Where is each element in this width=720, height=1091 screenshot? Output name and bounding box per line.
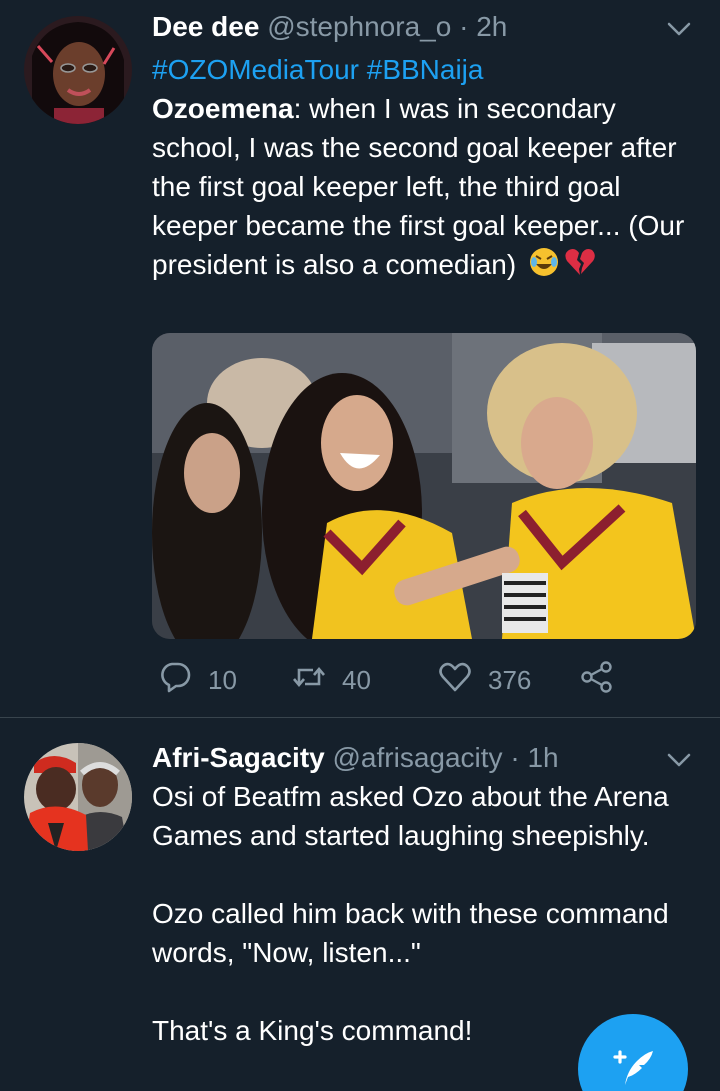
retweet-icon: [292, 660, 326, 701]
tweet-paragraph: Osi of Beatfm asked Ozo about the Arena …: [152, 781, 669, 851]
tweet-text: Osi of Beatfm asked Ozo about the Arena …: [152, 777, 700, 1050]
heart-icon: [438, 660, 472, 701]
timeline: Dee dee @stephnora_o · 2h #OZOMediaTour …: [0, 0, 720, 1091]
tweet-paragraph: Ozo called him back with these command w…: [152, 898, 669, 968]
rolling-on-floor-laughing-emoji: [528, 246, 560, 288]
display-name[interactable]: Afri-Sagacity: [152, 742, 325, 773]
reply-button[interactable]: 10: [158, 660, 237, 700]
reply-count: 10: [208, 664, 237, 695]
hashtag-links[interactable]: #OZOMediaTour #BBNaija: [152, 54, 483, 85]
share-button[interactable]: [580, 660, 614, 700]
tweet-photo[interactable]: [152, 333, 696, 639]
tweet-actions: 10 40 376: [152, 660, 672, 700]
chevron-down-icon[interactable]: [666, 747, 692, 773]
share-icon: [580, 660, 614, 701]
user-handle[interactable]: @afrisagacity: [333, 742, 503, 773]
tweet-text: #OZOMediaTour #BBNaija Ozoemena: when I …: [152, 50, 700, 288]
retweet-button[interactable]: 40: [292, 660, 371, 700]
chevron-down-icon[interactable]: [666, 16, 692, 42]
separator-dot: ·: [459, 11, 469, 42]
tweet-header: Dee dee @stephnora_o · 2h: [152, 10, 650, 44]
like-button[interactable]: 376: [438, 660, 531, 700]
avatar[interactable]: [24, 743, 132, 851]
display-name[interactable]: Dee dee: [152, 11, 259, 42]
broken-heart-emoji: [564, 246, 596, 288]
avatar[interactable]: [24, 16, 132, 124]
retweet-count: 40: [342, 664, 371, 695]
tweet-header: Afri-Sagacity @afrisagacity · 1h: [152, 741, 650, 775]
speaker-name: Ozoemena: [152, 93, 294, 124]
timestamp[interactable]: 2h: [476, 11, 507, 42]
tweet[interactable]: Dee dee @stephnora_o · 2h #OZOMediaTour …: [0, 0, 720, 718]
like-count: 376: [488, 664, 532, 695]
separator-dot: ·: [510, 742, 520, 773]
user-handle[interactable]: @stephnora_o: [267, 11, 451, 42]
reply-icon: [158, 660, 192, 701]
compose-tweet-icon: [611, 1045, 655, 1091]
timestamp[interactable]: 1h: [527, 742, 558, 773]
